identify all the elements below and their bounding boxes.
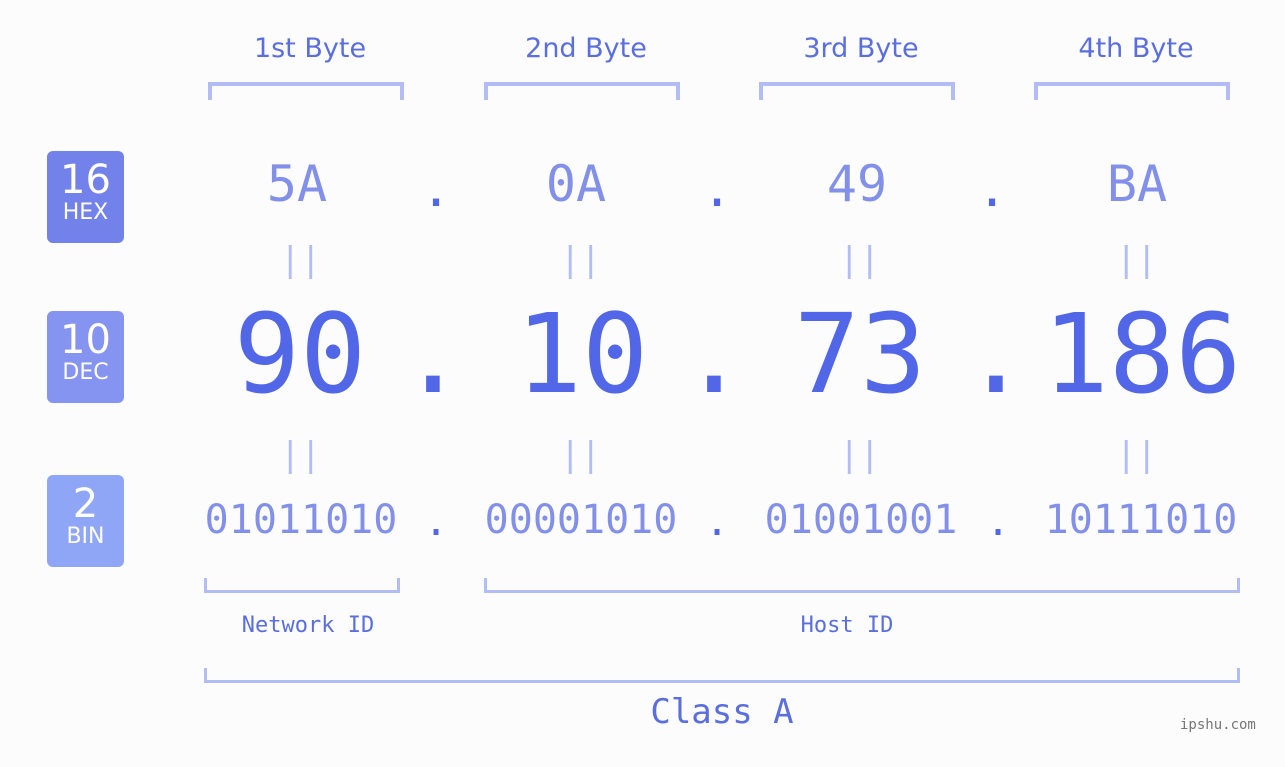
host-id-bracket xyxy=(484,578,1240,593)
bin-badge: 2 BIN xyxy=(47,475,124,567)
equals-sign: || xyxy=(560,240,601,280)
dec-value-4: 186 xyxy=(1042,290,1242,418)
equals-sign: || xyxy=(1116,240,1157,280)
equals-sign: || xyxy=(280,240,321,280)
hex-badge-text: HEX xyxy=(62,200,109,225)
equals-sign: || xyxy=(839,435,880,475)
byte-bracket-3 xyxy=(759,82,955,100)
bin-badge-number: 2 xyxy=(72,481,99,527)
hex-badge-number: 16 xyxy=(60,157,111,203)
equals-sign: || xyxy=(1116,435,1157,475)
host-id-label: Host ID xyxy=(800,613,894,638)
class-label: Class A xyxy=(650,692,794,732)
hex-badge: 16 HEX xyxy=(47,151,124,243)
class-bracket xyxy=(204,668,1240,683)
dec-badge-number: 10 xyxy=(60,317,111,363)
byte-label-3: 3rd Byte xyxy=(803,33,919,64)
equals-sign: || xyxy=(560,435,601,475)
byte-label-1: 1st Byte xyxy=(253,33,367,64)
dec-badge-text: DEC xyxy=(62,360,109,385)
byte-label-2: 2nd Byte xyxy=(525,33,647,64)
bin-value-4: 10111010 xyxy=(1044,497,1238,543)
network-id-label: Network ID xyxy=(241,613,375,638)
equals-sign: || xyxy=(280,435,321,475)
bin-badge-text: BIN xyxy=(66,524,105,549)
byte-label-4: 4th Byte xyxy=(1078,33,1194,64)
byte-bracket-1 xyxy=(208,82,404,100)
network-id-bracket xyxy=(204,578,400,593)
watermark: ipshu.com xyxy=(1180,717,1256,733)
hex-value-4: BA xyxy=(1106,155,1168,213)
equals-sign: || xyxy=(839,240,880,280)
byte-bracket-4 xyxy=(1034,82,1230,100)
byte-bracket-2 xyxy=(484,82,680,100)
dec-badge: 10 DEC xyxy=(47,311,124,403)
